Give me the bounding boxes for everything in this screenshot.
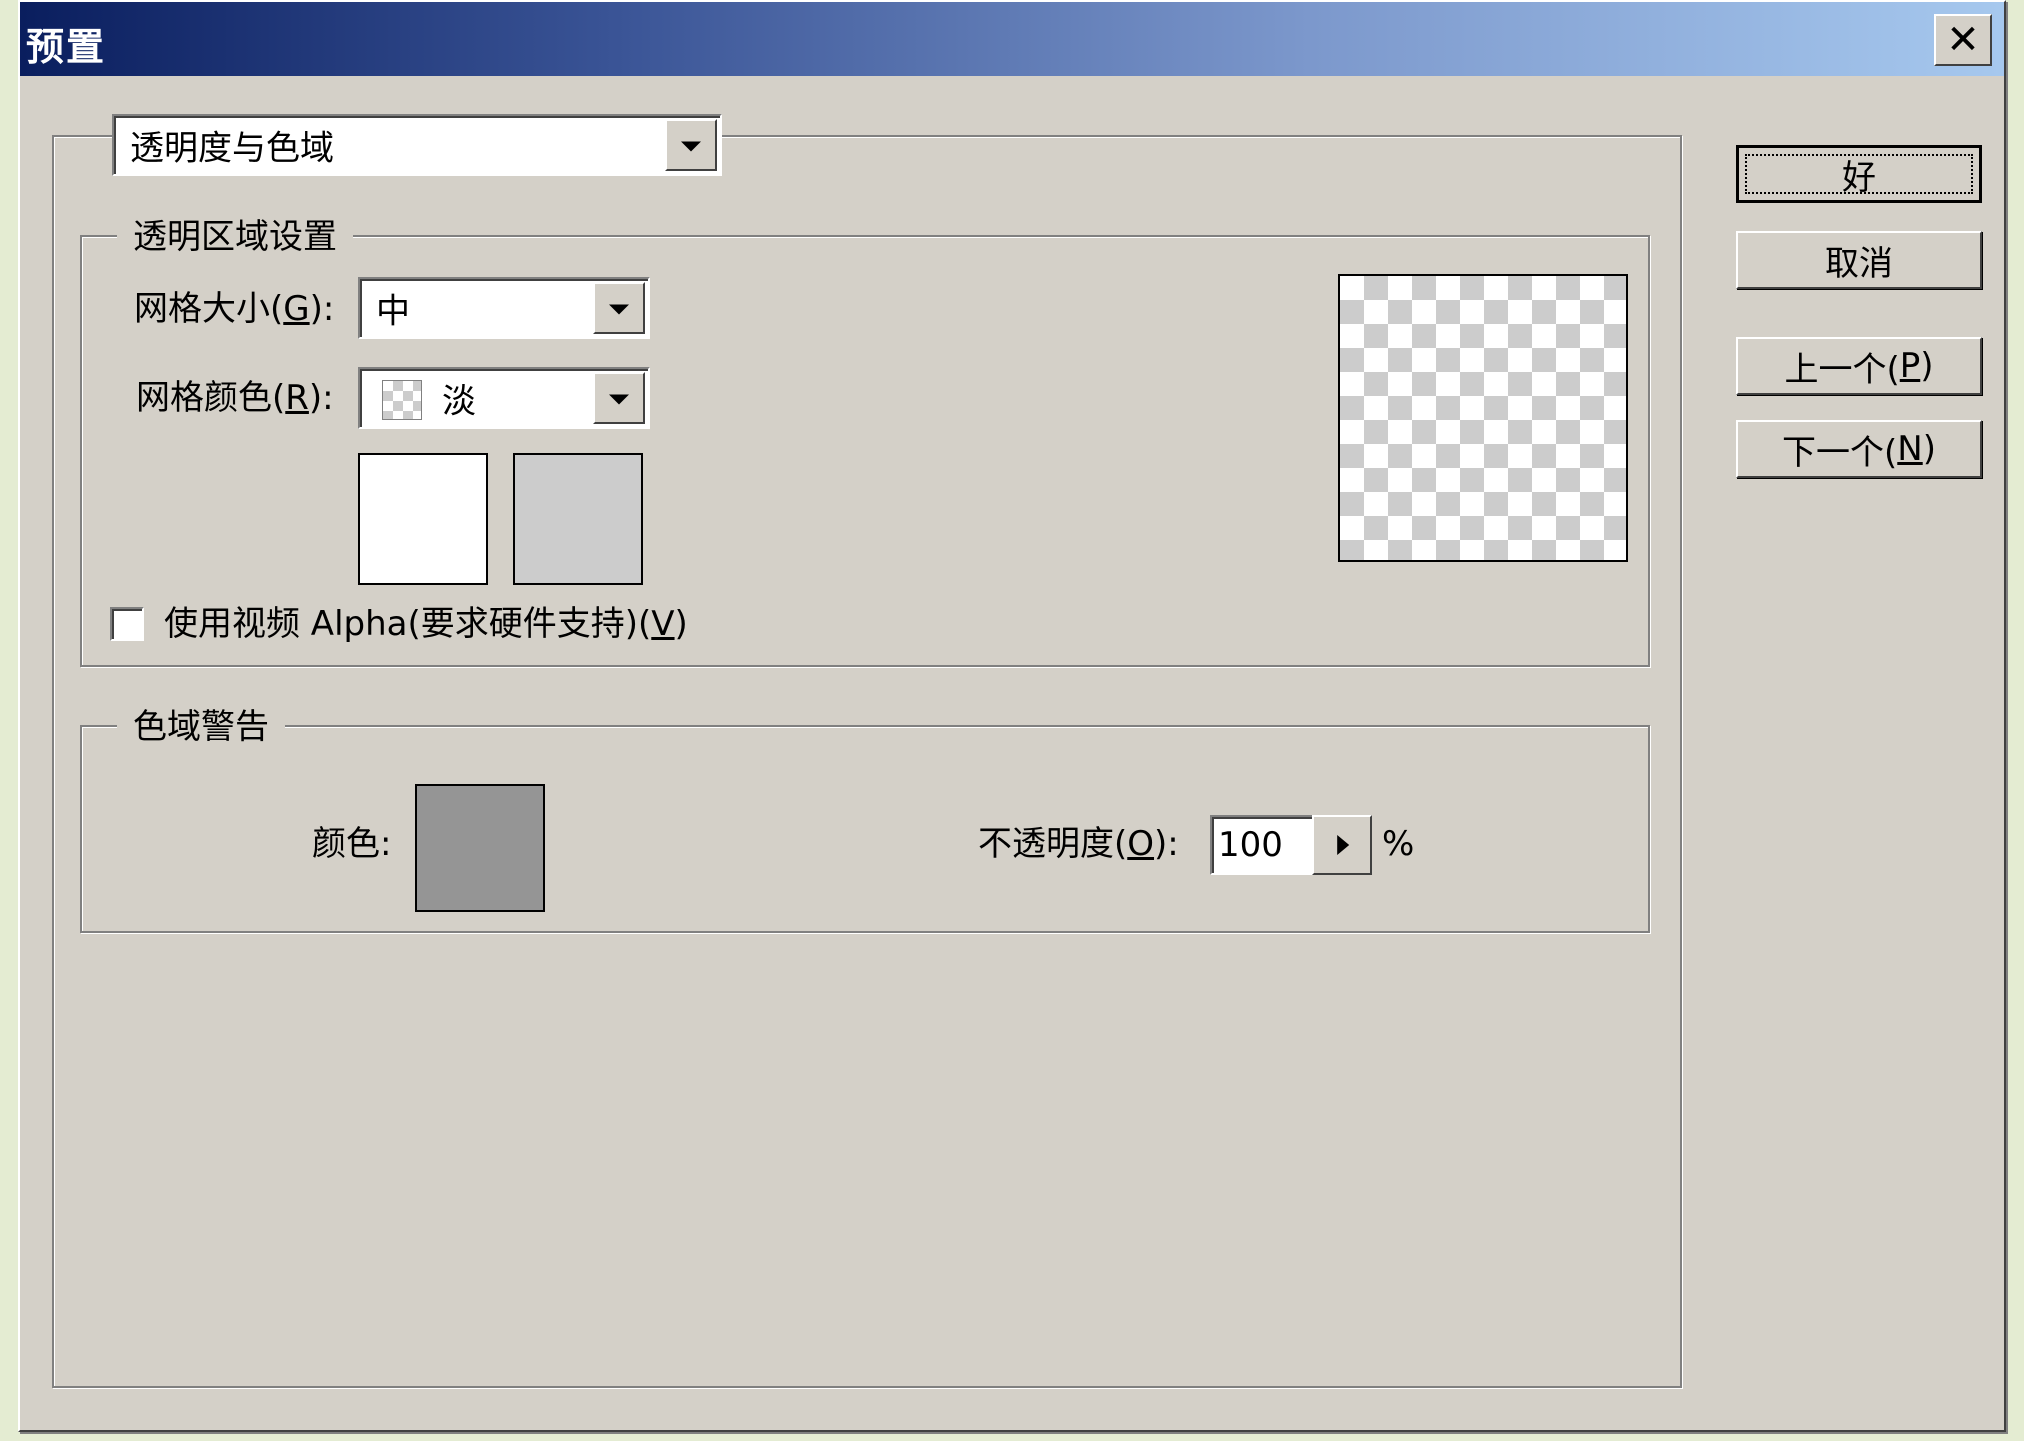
video-alpha-checkbox[interactable] bbox=[110, 607, 144, 641]
gamut-color-label: 颜色: bbox=[312, 824, 392, 864]
title-bar[interactable]: 预置 ✕ bbox=[20, 2, 2004, 76]
transparency-preview bbox=[1338, 274, 1628, 562]
category-select-value: 透明度与色域 bbox=[130, 128, 334, 169]
triangle-right-icon[interactable] bbox=[1312, 815, 1372, 875]
transparency-legend: 透明区域设置 bbox=[117, 217, 353, 257]
chevron-down-icon[interactable] bbox=[593, 372, 645, 424]
close-button[interactable]: ✕ bbox=[1934, 14, 1992, 66]
video-alpha-label[interactable]: 使用视频 Alpha(要求硬件支持)(V) bbox=[164, 604, 688, 644]
next-button[interactable]: 下一个(N) bbox=[1736, 420, 1982, 478]
grid-color-label: 网格颜色(R): bbox=[136, 378, 334, 418]
opacity-label: 不透明度(O): bbox=[978, 824, 1179, 864]
grid-size-label: 网格大小(G): bbox=[134, 289, 335, 329]
window-title: 预置 bbox=[26, 25, 107, 69]
grid-size-select[interactable]: 中 bbox=[358, 277, 650, 339]
ok-button[interactable]: 好 bbox=[1736, 145, 1982, 203]
grid-color-select[interactable]: 淡 bbox=[358, 367, 650, 429]
gamut-color-swatch[interactable] bbox=[415, 784, 545, 912]
chevron-down-icon[interactable] bbox=[665, 119, 717, 171]
opacity-input[interactable]: 100 bbox=[1210, 815, 1314, 875]
grid-size-value: 中 bbox=[376, 291, 410, 332]
opacity-unit: % bbox=[1382, 824, 1415, 864]
chevron-down-icon[interactable] bbox=[593, 282, 645, 334]
grid-color-swatch-2[interactable] bbox=[513, 453, 643, 585]
preferences-dialog: 预置 ✕ 透明度与色域 透明区域设置 网格大小(G): 中 网格颜色(R): 淡… bbox=[18, 0, 2006, 1432]
grid-color-swatch-1[interactable] bbox=[358, 453, 488, 585]
close-icon: ✕ bbox=[1946, 17, 1980, 63]
category-select[interactable]: 透明度与色域 bbox=[112, 114, 722, 176]
previous-button[interactable]: 上一个(P) bbox=[1736, 337, 1982, 395]
grid-color-value: 淡 bbox=[442, 381, 476, 422]
cancel-button[interactable]: 取消 bbox=[1736, 231, 1982, 289]
gamut-legend: 色域警告 bbox=[117, 707, 285, 747]
checkerboard-icon bbox=[382, 380, 422, 420]
focus-rect bbox=[1745, 154, 1973, 194]
